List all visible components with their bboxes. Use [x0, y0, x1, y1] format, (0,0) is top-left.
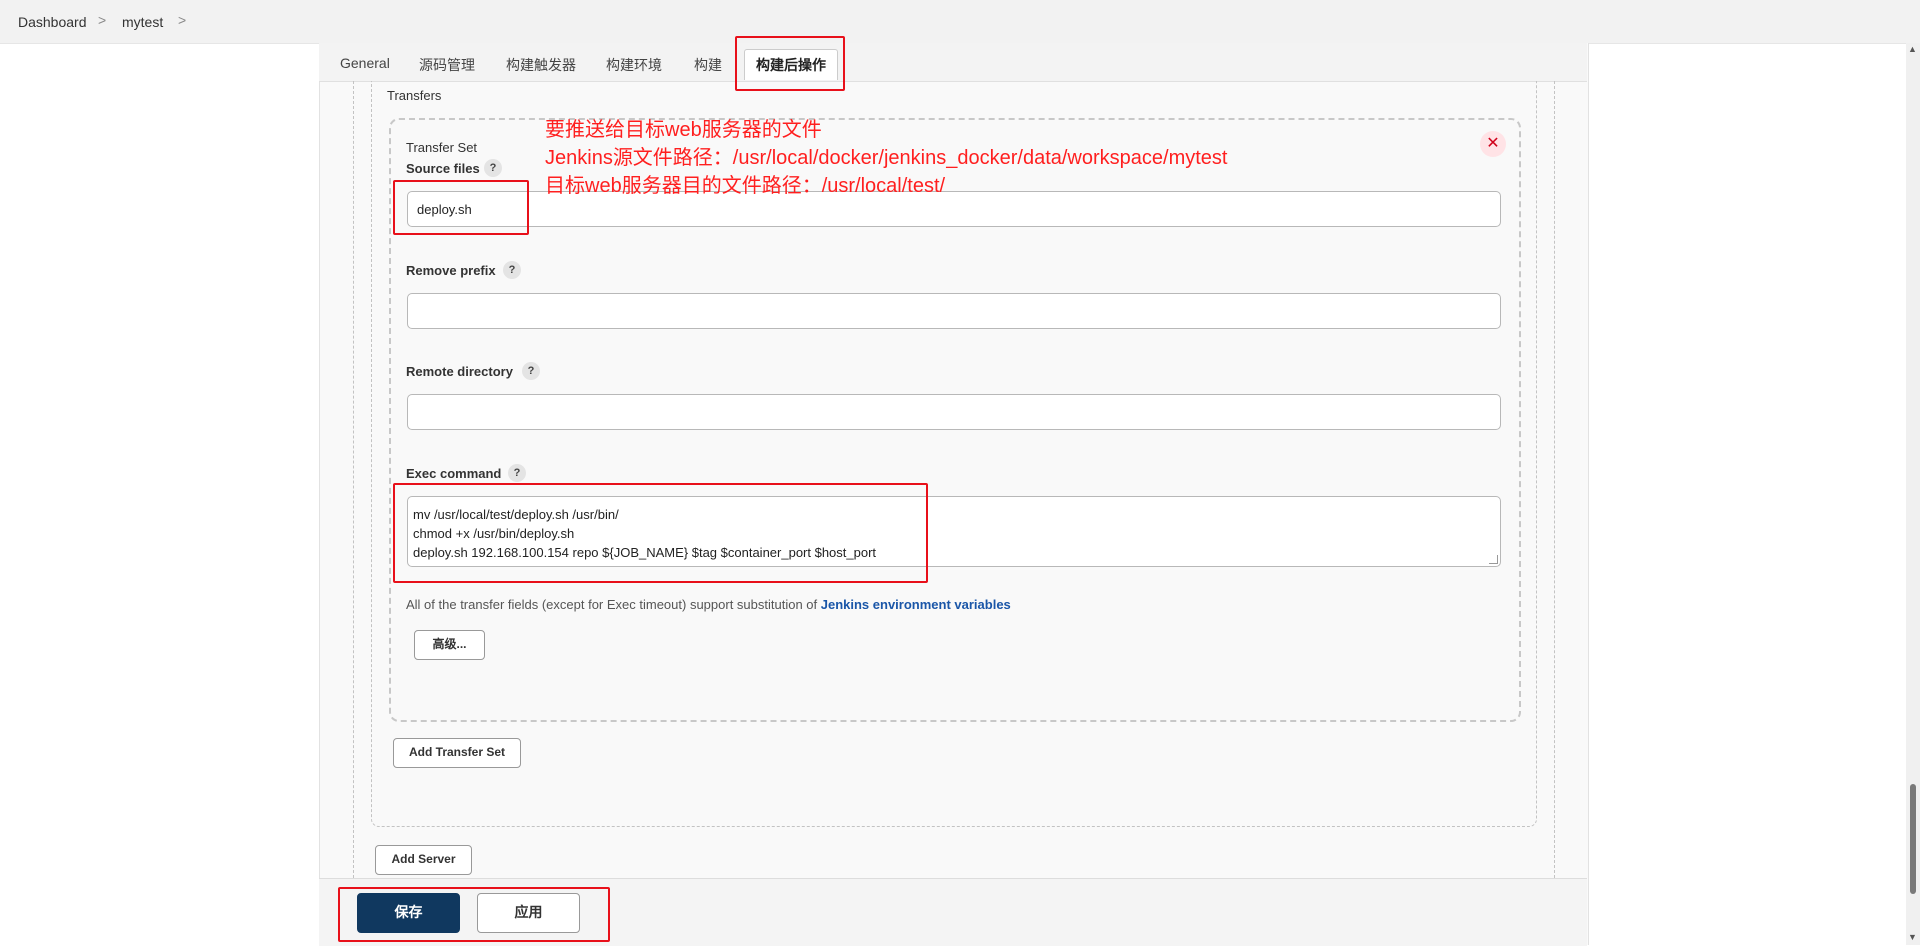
remote-directory-label: Remote directory [406, 364, 513, 379]
tab-build[interactable]: 构建 [694, 55, 722, 75]
remove-prefix-input[interactable] [407, 293, 1501, 329]
advanced-button[interactable]: 高级... [414, 630, 485, 660]
scroll-down-icon[interactable]: ▼ [1908, 932, 1917, 942]
annotation-line: 要推送给目标web服务器的文件 [545, 119, 822, 141]
resize-handle-icon[interactable] [1489, 555, 1498, 564]
tab-source-code[interactable]: 源码管理 [419, 55, 475, 75]
substitution-note: All of the transfer fields (except for E… [406, 597, 1011, 612]
add-server-button[interactable]: Add Server [375, 845, 472, 875]
help-icon[interactable]: ? [503, 261, 521, 279]
highlight-box-exec [393, 483, 928, 583]
highlight-box-actions [338, 887, 610, 942]
tab-build-triggers[interactable]: 构建触发器 [506, 55, 576, 75]
source-files-label: Source files [406, 161, 480, 176]
config-tabs: General 源码管理 构建触发器 构建环境 构建 构建后操作 [319, 43, 1587, 82]
tab-general[interactable]: General [340, 55, 390, 71]
help-icon[interactable]: ? [484, 159, 502, 177]
chevron-right-icon: > [98, 12, 107, 28]
scroll-up-icon[interactable]: ▲ [1908, 44, 1917, 54]
substitution-note-text: All of the transfer fields (except for E… [406, 597, 821, 612]
breadcrumb-mytest[interactable]: mytest [122, 14, 163, 30]
remove-prefix-label: Remove prefix [406, 263, 496, 278]
help-icon[interactable]: ? [508, 464, 526, 482]
transfer-set-label: Transfer Set [406, 140, 478, 155]
transfers-label: Transfers [387, 88, 442, 103]
scrollbar-thumb[interactable] [1910, 784, 1916, 894]
tab-build-environment[interactable]: 构建环境 [606, 55, 662, 75]
chevron-right-icon: > [178, 12, 187, 28]
add-transfer-set-button[interactable]: Add Transfer Set [393, 738, 521, 768]
annotation-line: 目标web服务器目的文件路径：/usr/local/test/ [545, 175, 946, 197]
highlight-box-tab [735, 36, 845, 91]
close-icon[interactable]: ✕ [1480, 131, 1506, 157]
breadcrumb-dashboard[interactable]: Dashboard [18, 14, 87, 30]
highlight-box-source [393, 180, 529, 235]
remote-directory-input[interactable] [407, 394, 1501, 430]
exec-command-label: Exec command [406, 466, 502, 481]
help-icon[interactable]: ? [522, 362, 540, 380]
breadcrumb: Dashboard > mytest > [0, 0, 1920, 44]
jenkins-env-vars-link[interactable]: Jenkins environment variables [821, 597, 1011, 612]
annotation-line: Jenkins源文件路径：/usr/local/docker/jenkins_d… [545, 147, 1228, 169]
